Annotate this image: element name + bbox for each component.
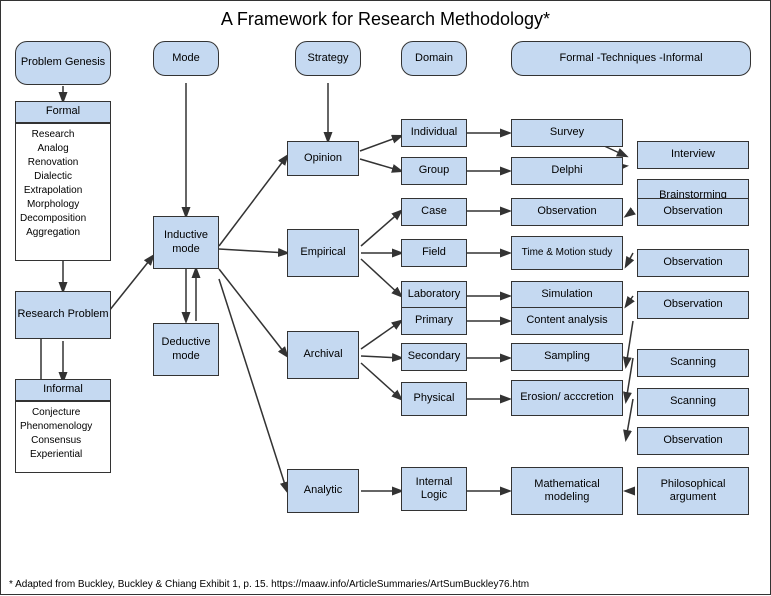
observation-case-box: Observation <box>511 198 623 226</box>
group-box: Group <box>401 157 467 185</box>
simulation-box: Simulation <box>511 281 623 309</box>
obs1-box: Observation <box>637 198 749 226</box>
delphi-box: Delphi <box>511 157 623 185</box>
survey-box: Survey <box>511 119 623 147</box>
page-title: A Framework for Research Methodology* <box>1 1 770 34</box>
informal-list-box: Conjecture Phenomenology Consensus Exper… <box>15 401 111 473</box>
archival-box: Archival <box>287 331 359 379</box>
inductive-mode-box: Inductive mode <box>153 216 219 269</box>
sampling-box: Sampling <box>511 343 623 371</box>
case-box: Case <box>401 198 467 226</box>
internal-logic-box: Internal Logic <box>401 467 467 511</box>
deductive-mode-box: Deductive mode <box>153 323 219 376</box>
diagram-container: A Framework for Research Methodology* <box>0 0 771 595</box>
interview-box: Interview <box>637 141 749 169</box>
footer-note: * Adapted from Buckley, Buckley & Chiang… <box>9 579 529 590</box>
informal-box: Informal <box>15 379 111 401</box>
secondary-box: Secondary <box>401 343 467 371</box>
formal-box: Formal <box>15 101 111 123</box>
field-box: Field <box>401 239 467 267</box>
primary-box: Primary <box>401 307 467 335</box>
scanning2-box: Scanning <box>637 388 749 416</box>
domain-header-box: Domain <box>401 41 467 76</box>
research-problem-box: Research Problem <box>15 291 111 339</box>
formal-techniques-header: Formal -Techniques -Informal <box>511 41 751 76</box>
erosion-box: Erosion/ acccretion <box>511 380 623 416</box>
laboratory-box: Laboratory <box>401 281 467 309</box>
content-analysis-box: Content analysis <box>511 307 623 335</box>
scanning1-box: Scanning <box>637 349 749 377</box>
individual-box: Individual <box>401 119 467 147</box>
problem-genesis-box: Problem Genesis <box>15 41 111 85</box>
obs3-box: Observation <box>637 291 749 319</box>
math-modeling-box: Mathematical modeling <box>511 467 623 515</box>
opinion-box: Opinion <box>287 141 359 176</box>
physical-box: Physical <box>401 382 467 416</box>
obs2-box: Observation <box>637 249 749 277</box>
strategy-header-box: Strategy <box>295 41 361 76</box>
formal-list-box: Research Analog Renovation Dialectic Ext… <box>15 123 111 261</box>
mode-header-box: Mode <box>153 41 219 76</box>
analytic-box: Analytic <box>287 469 359 513</box>
philosophical-box: Philosophical argument <box>637 467 749 515</box>
empirical-box: Empirical <box>287 229 359 277</box>
obs4-box: Observation <box>637 427 749 455</box>
time-motion-box: Time & Motion study <box>511 236 623 270</box>
